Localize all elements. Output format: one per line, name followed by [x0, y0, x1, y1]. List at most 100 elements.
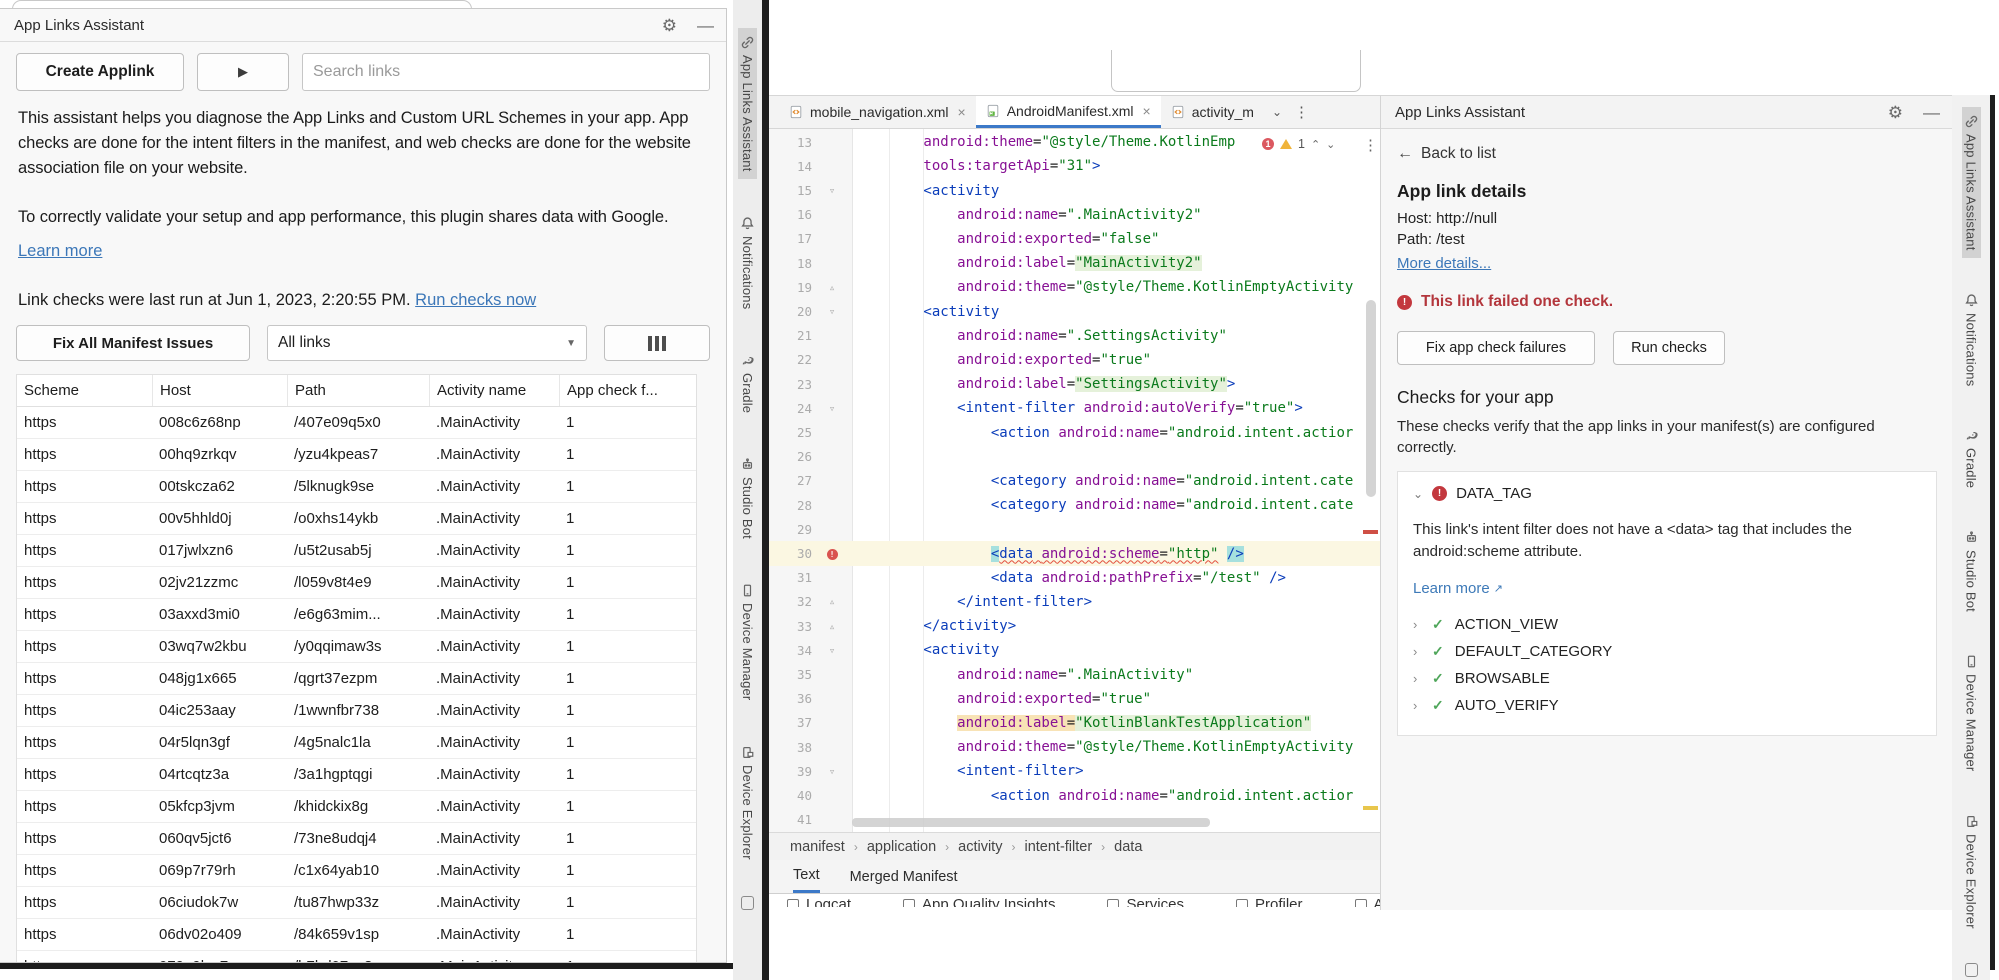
vertical-scrollbar[interactable] — [1366, 300, 1376, 497]
bottom-bar-item-logcat[interactable]: Logcat — [787, 896, 851, 907]
tool-stripe-item-device-manager[interactable]: Device Manager — [1962, 647, 1981, 778]
code-line-38[interactable]: 38android:theme="@style/Theme.KotlinEmpt… — [769, 735, 1380, 759]
code-line-16[interactable]: 16android:name=".MainActivity2" — [769, 203, 1380, 227]
column-header[interactable]: Path — [287, 375, 429, 406]
table-row[interactable]: https00hq9zrkqv/yzu4kpeas7.MainActivity1 — [17, 439, 696, 471]
tool-stripe-item-gradle[interactable]: Gradle — [1962, 421, 1981, 495]
tool-stripe-item-app-links-assistant[interactable]: App Links Assistant — [1962, 107, 1981, 258]
more-details-link[interactable]: More details... — [1397, 255, 1491, 272]
code-line-30[interactable]: 30!<data android:scheme="http" /> — [769, 541, 1380, 565]
fold-marker-icon[interactable]: ▿ — [812, 403, 852, 414]
mode-tab-text[interactable]: Text — [793, 860, 820, 893]
fold-marker-icon[interactable]: ▵ — [812, 596, 852, 607]
tool-stripe-item-notifications[interactable]: Notifications — [738, 209, 757, 316]
fix-app-check-failures-button[interactable]: Fix app check failures — [1397, 331, 1595, 365]
tool-stripe-item-app-links-assistant[interactable]: App Links Assistant — [738, 28, 757, 179]
code-line-35[interactable]: 35android:name=".MainActivity" — [769, 662, 1380, 686]
code-line-19[interactable]: 19▵android:theme="@style/Theme.KotlinEmp… — [769, 275, 1380, 299]
passed-check-action_view[interactable]: ›✓ACTION_VIEW — [1413, 611, 1921, 638]
table-row[interactable]: https06dv02o409/84k659v1sp.MainActivity1 — [17, 919, 696, 951]
tool-stripe-item-gradle[interactable]: Gradle — [738, 346, 757, 420]
run-button[interactable]: ▶ — [197, 53, 289, 91]
breadcrumb-item-manifest[interactable]: manifest — [790, 839, 845, 855]
bottom-bar-item-profiler[interactable]: Profiler — [1236, 896, 1303, 907]
code-line-14[interactable]: 14tools:targetApi="31"> — [769, 154, 1380, 178]
breadcrumb-item-data[interactable]: data — [1114, 839, 1142, 855]
table-row[interactable]: https04rtcqtz3a/3a1hgptqgi.MainActivity1 — [17, 759, 696, 791]
fix-all-manifest-issues-button[interactable]: Fix All Manifest Issues — [16, 325, 250, 361]
tab-options-icon[interactable]: ⋮ — [1290, 96, 1313, 128]
column-header[interactable]: App check f... — [559, 375, 694, 406]
fold-marker-icon[interactable]: ▵ — [812, 282, 852, 293]
column-header[interactable]: Activity name — [429, 375, 559, 406]
tool-stripe-item-device-manager[interactable]: Device Manager — [738, 576, 757, 707]
tool-stripe-item-notifications[interactable]: Notifications — [1962, 286, 1981, 393]
code-line-26[interactable]: 26 — [769, 445, 1380, 469]
code-line-32[interactable]: 32▵</intent-filter> — [769, 590, 1380, 614]
code-line-34[interactable]: 34▿<activity — [769, 638, 1380, 662]
create-applink-button[interactable]: Create Applink — [16, 53, 184, 91]
table-row[interactable]: https06ciudok7w/tu87hwp33z.MainActivity1 — [17, 887, 696, 919]
code-line-28[interactable]: 28<category android:name="android.intent… — [769, 493, 1380, 517]
table-row[interactable]: https03wq7w2kbu/y0qqimaw3s.MainActivity1 — [17, 631, 696, 663]
code-line-31[interactable]: 31<data android:pathPrefix="/test" /> — [769, 566, 1380, 590]
inspection-widget[interactable]: 1 1 ⌃ ⌄ — [1258, 134, 1339, 154]
run-checks-now-link[interactable]: Run checks now — [415, 291, 536, 309]
table-row[interactable]: https069p7r79rh/c1x64yab10.MainActivity1 — [17, 855, 696, 887]
code-line-29[interactable]: 29 — [769, 517, 1380, 541]
table-row[interactable]: https02jv21zzmc/l059v8t4e9.MainActivity1 — [17, 567, 696, 599]
tool-stripe-item-studio-bot[interactable]: Studio Bot — [1962, 523, 1981, 619]
column-header[interactable]: Scheme — [17, 375, 152, 406]
breadcrumb-item-application[interactable]: application — [867, 839, 936, 855]
tool-stripe-item-device-explorer[interactable]: Device Explorer — [1962, 807, 1981, 936]
links-filter-dropdown[interactable]: All links ▼ — [267, 325, 587, 361]
error-bulb-icon[interactable]: ! — [812, 548, 852, 560]
fold-marker-icon[interactable]: ▿ — [812, 185, 852, 196]
gear-icon[interactable]: ⚙ — [1888, 104, 1903, 121]
columns-toggle-button[interactable] — [604, 325, 710, 361]
prev-issue-icon[interactable]: ⌃ — [1311, 138, 1320, 151]
back-to-list-link[interactable]: ← Back to list — [1397, 145, 1936, 163]
code-line-25[interactable]: 25<action android:name="android.intent.a… — [769, 420, 1380, 444]
fold-marker-icon[interactable]: ▿ — [812, 645, 852, 656]
run-checks-button[interactable]: Run checks — [1613, 331, 1725, 365]
code-line-23[interactable]: 23android:label="SettingsActivity"> — [769, 372, 1380, 396]
code-line-18[interactable]: 18android:label="MainActivity2" — [769, 251, 1380, 275]
gear-icon[interactable]: ⚙ — [662, 17, 677, 34]
code-line-24[interactable]: 24▿<intent-filter android:autoVerify="tr… — [769, 396, 1380, 420]
code-line-36[interactable]: 36android:exported="true" — [769, 687, 1380, 711]
chevron-down-icon[interactable]: ⌄ — [1264, 96, 1290, 128]
editor-tab-androidmanifest.xml[interactable]: AndroidManifest.xml× — [976, 96, 1161, 128]
breadcrumb-item-intent-filter[interactable]: intent-filter — [1024, 839, 1092, 855]
editor-tab-mobile_navigation.xml[interactable]: mobile_navigation.xml× — [779, 96, 976, 128]
mode-tab-merged-manifest[interactable]: Merged Manifest — [850, 860, 958, 893]
error-stripe-mark[interactable] — [1363, 530, 1378, 534]
breadcrumb-item-activity[interactable]: activity — [958, 839, 1002, 855]
code-line-40[interactable]: 40<action android:name="android.intent.a… — [769, 783, 1380, 807]
table-row[interactable]: https00v5hhld0j/o0xhs14ykb.MainActivity1 — [17, 503, 696, 535]
code-line-20[interactable]: 20▿<activity — [769, 299, 1380, 323]
table-row[interactable]: https060qv5jct6/73ne8udqj4.MainActivity1 — [17, 823, 696, 855]
code-line-27[interactable]: 27<category android:name="android.intent… — [769, 469, 1380, 493]
learn-more-link[interactable]: Learn more — [18, 242, 102, 261]
tool-stripe-item-device-explorer[interactable]: Device Explorer — [738, 738, 757, 867]
bottom-bar-item-app-quality-insights[interactable]: App Quality Insights — [903, 896, 1055, 907]
code-line-33[interactable]: 33▵</activity> — [769, 614, 1380, 638]
fold-marker-icon[interactable]: ▿ — [812, 306, 852, 317]
close-icon[interactable]: × — [1143, 103, 1151, 119]
next-issue-icon[interactable]: ⌄ — [1326, 138, 1335, 151]
code-line-22[interactable]: 22android:exported="true" — [769, 348, 1380, 372]
code-line-17[interactable]: 17android:exported="false" — [769, 227, 1380, 251]
code-editor[interactable]: 13android:theme="@style/Theme.KotlinEmp1… — [769, 129, 1380, 832]
code-line-37[interactable]: 37android:label="KotlinBlankTestApplicat… — [769, 711, 1380, 735]
table-row[interactable]: https04r5lqn3gf/4g5nalc1la.MainActivity1 — [17, 727, 696, 759]
table-row[interactable]: https03axxd3mi0/e6g63mim....MainActivity… — [17, 599, 696, 631]
learn-more-link[interactable]: Learn more ↗ — [1413, 580, 1503, 597]
passed-check-auto_verify[interactable]: ›✓AUTO_VERIFY — [1413, 692, 1921, 719]
tool-stripe-item-studio-bot[interactable]: Studio Bot — [738, 450, 757, 546]
passed-check-default_category[interactable]: ›✓DEFAULT_CATEGORY — [1413, 638, 1921, 665]
search-links-input[interactable] — [302, 53, 710, 91]
fold-marker-icon[interactable]: ▿ — [812, 766, 852, 777]
table-row[interactable]: https017jwlxzn6/u5t2usab5j.MainActivity1 — [17, 535, 696, 567]
bottom-bar-item-services[interactable]: Services — [1107, 896, 1184, 907]
